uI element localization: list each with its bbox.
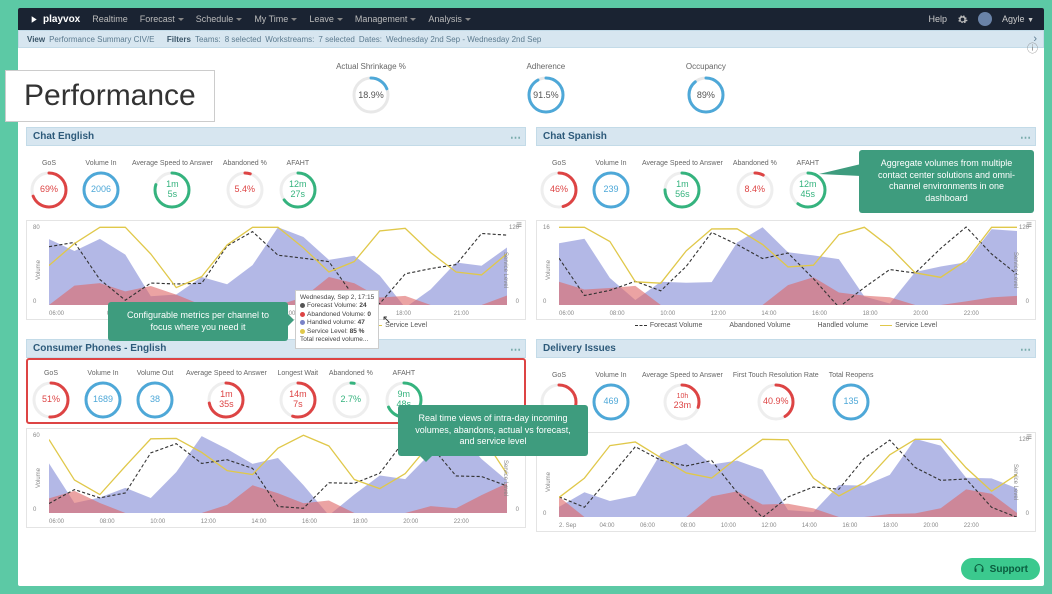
- filter-bar[interactable]: ViewPerformance Summary CIV/E Filters Te…: [18, 30, 1044, 48]
- metric-volumein: Volume In2006: [80, 152, 122, 210]
- metric-volumein: Volume In469: [590, 364, 632, 422]
- metric-afaht: AFAHT12m45s: [787, 152, 829, 210]
- metric-averagespeedtoanswer: Average Speed to Answer1m56s: [642, 152, 723, 210]
- metric-volumein: Volume In1689: [82, 362, 124, 420]
- info-icon[interactable]: ⓘ: [1027, 40, 1038, 56]
- metric-abandoned: Abandoned %2.7%: [329, 362, 373, 420]
- nav-my-time[interactable]: My Time: [254, 14, 297, 24]
- metric-totalreopens: Total Reopens135: [829, 364, 874, 422]
- panel-chat-english: Chat English⋯ GoS69%Volume In2006Average …: [26, 127, 526, 329]
- panel-header[interactable]: Consumer Phones - English⋯: [26, 339, 526, 358]
- metric-averagespeedtoanswer: Average Speed to Answer1m5s: [132, 152, 213, 210]
- page-title: Performance: [5, 70, 215, 122]
- user-menu[interactable]: Agyle ▼: [1002, 14, 1034, 24]
- kpi-actualshrinkage: Actual Shrinkage %18.9%: [336, 62, 406, 115]
- callout-c: Aggregate volumes from multiple contact …: [859, 150, 1034, 213]
- metric-gos: GoS69%: [28, 152, 70, 210]
- callout-a: Configurable metrics per channel to focu…: [108, 302, 288, 341]
- metric-averagespeedtoanswer: Average Speed to Answer10h23m: [642, 364, 723, 422]
- kpi-adherence: Adherence91.5%: [526, 62, 566, 115]
- panel-options-icon[interactable]: ⋯: [1020, 343, 1031, 356]
- metric-longestwait: Longest Wait14m7s: [277, 362, 319, 420]
- metric-abandoned: Abandoned %8.4%: [733, 152, 777, 210]
- metric-averagespeedtoanswer: Average Speed to Answer1m35s: [186, 362, 267, 420]
- chart[interactable]: ≡VolumeService Level160120006:0008:0010:…: [536, 220, 1036, 320]
- panel-header[interactable]: Chat Spanish⋯: [536, 127, 1036, 146]
- panel-header[interactable]: Chat English⋯: [26, 127, 526, 146]
- top-navbar: playvox Realtime Forecast Schedule My Time L…: [18, 8, 1044, 30]
- kpi-occupancy: Occupancy89%: [686, 62, 726, 115]
- avatar[interactable]: [978, 12, 992, 26]
- panel-delivery-issues: Delivery Issues⋯GoSVolume In469Average S…: [536, 339, 1036, 532]
- gear-icon[interactable]: [957, 14, 968, 25]
- panel-header[interactable]: Delivery Issues⋯: [536, 339, 1036, 358]
- panel-options-icon[interactable]: ⋯: [1020, 131, 1031, 144]
- nav-forecast[interactable]: Forecast: [140, 14, 184, 24]
- metric-volumein: Volume In239: [590, 152, 632, 210]
- metric-abandoned: Abandoned %5.4%: [223, 152, 267, 210]
- callout-b: Real time views of intra-day incoming vo…: [398, 405, 588, 456]
- panel-options-icon[interactable]: ⋯: [510, 131, 521, 144]
- metric-volumeout: Volume Out38: [134, 362, 176, 420]
- brand-logo[interactable]: playvox: [28, 14, 80, 25]
- metric-afaht: AFAHT12m27s: [277, 152, 319, 210]
- nav-help[interactable]: Help: [929, 14, 948, 24]
- metric-gos: GoS51%: [30, 362, 72, 420]
- nav-leave[interactable]: Leave: [309, 14, 343, 24]
- metric-firsttouchresolutionrate: First Touch Resolution Rate40.9%: [733, 364, 819, 422]
- chart[interactable]: ≡VolumeService Level20012002. Sep04:0006…: [536, 432, 1036, 532]
- cursor-icon: ↖: [382, 313, 391, 326]
- panel-options-icon[interactable]: ⋯: [510, 343, 521, 356]
- chart-tooltip: Wednesday, Sep 2, 17:15 Forecast Volume:…: [295, 290, 379, 349]
- metric-gos: GoS46%: [538, 152, 580, 210]
- nav-analysis[interactable]: Analysis: [428, 14, 471, 24]
- chart-legend: Forecast VolumeAbandoned VolumeHandled v…: [536, 322, 1036, 329]
- support-button[interactable]: Support: [961, 558, 1040, 580]
- nav-realtime[interactable]: Realtime: [92, 14, 128, 24]
- nav-management[interactable]: Management: [355, 14, 417, 24]
- nav-schedule[interactable]: Schedule: [196, 14, 243, 24]
